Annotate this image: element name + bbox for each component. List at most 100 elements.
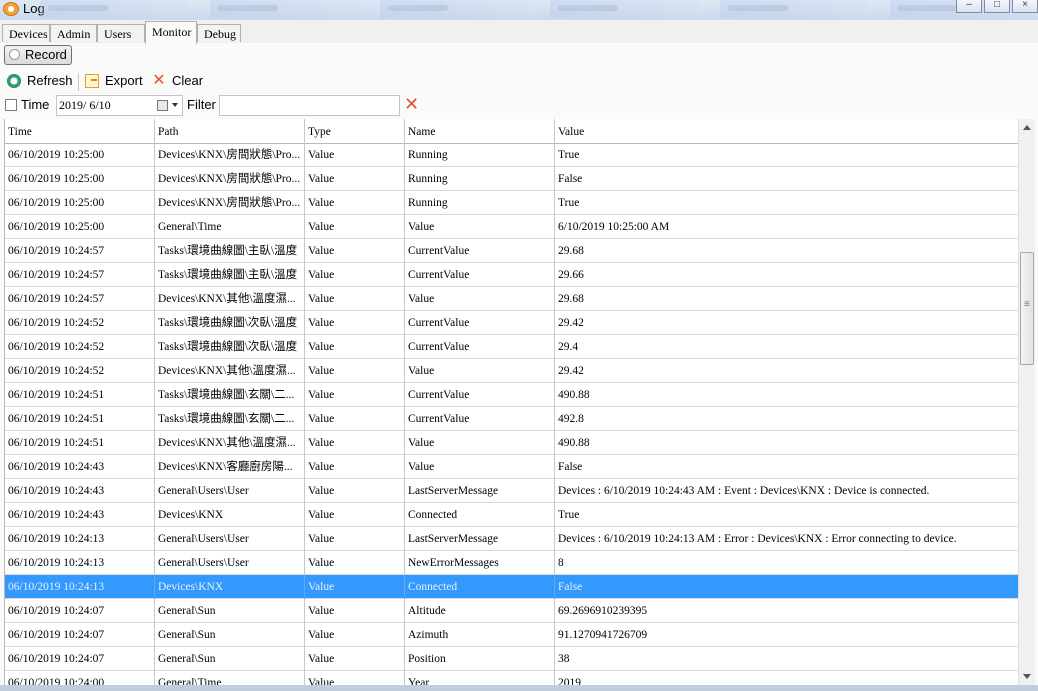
cell-name: CurrentValue <box>405 383 555 407</box>
maximize-icon[interactable]: □ <box>984 0 1010 13</box>
table-row[interactable]: 06/10/2019 10:24:13 General\Users\User Val… <box>5 551 1018 575</box>
cell-type: Value <box>305 143 405 167</box>
table-row[interactable]: 06/10/2019 10:24:52 Tasks\環境曲線圖\次臥\溫度 Valu… <box>5 335 1018 359</box>
cell-type: Value <box>305 359 405 383</box>
export-button[interactable]: Export <box>85 72 147 90</box>
table-row[interactable]: 06/10/2019 10:25:00 General\Time Value Valu… <box>5 215 1018 239</box>
cell-type: Value <box>305 623 405 647</box>
background-browser-tabs <box>40 0 1038 20</box>
cell-path: Tasks\環境曲線圖\玄關\二... <box>155 407 305 431</box>
ghost-tab <box>40 0 190 18</box>
cell-path: Tasks\環境曲線圖\玄關\二... <box>155 383 305 407</box>
cell-value: Devices : 6/10/2019 10:24:13 AM : Error … <box>555 527 1018 551</box>
table-row[interactable]: 06/10/2019 10:24:52 Devices\KNX\其他\溫度濕...… <box>5 359 1018 383</box>
cell-name: Value <box>405 287 555 311</box>
cell-value: 91.1270941726709 <box>555 623 1018 647</box>
table-row[interactable]: 06/10/2019 10:24:07 General\Sun Value Posit… <box>5 647 1018 671</box>
chevron-down-icon[interactable] <box>172 103 178 107</box>
scroll-up-icon[interactable] <box>1023 125 1031 130</box>
cell-time: 06/10/2019 10:24:13 <box>5 575 155 599</box>
cell-time: 06/10/2019 10:24:07 <box>5 647 155 671</box>
clear-filter-icon[interactable]: ✕ <box>404 94 419 114</box>
ghost-tab <box>550 0 700 18</box>
cell-value: 8 <box>555 551 1018 575</box>
record-button[interactable]: Record <box>4 45 72 65</box>
table-row[interactable]: 06/10/2019 10:24:51 Tasks\環境曲線圖\玄關\二... Va… <box>5 383 1018 407</box>
cell-value: Devices : 6/10/2019 10:24:43 AM : Event … <box>555 479 1018 503</box>
export-label: Export <box>105 73 143 88</box>
cell-name: Altitude <box>405 599 555 623</box>
cell-name: Year <box>405 671 555 685</box>
tab-monitor[interactable]: Monitor <box>145 21 197 44</box>
calendar-icon[interactable] <box>157 100 168 111</box>
table-row[interactable]: 06/10/2019 10:24:13 Devices\KNX Value Conne… <box>5 575 1018 599</box>
cell-value: 29.68 <box>555 287 1018 311</box>
tab-debug[interactable]: Debug <box>197 24 241 42</box>
cell-path: Devices\KNX\其他\溫度濕... <box>155 287 305 311</box>
filter-input[interactable] <box>219 95 400 116</box>
cell-value: 29.42 <box>555 359 1018 383</box>
column-header-value[interactable]: Value <box>555 119 1018 143</box>
table-row[interactable]: 06/10/2019 10:25:00 Devices\KNX\房間狀態\Pro.… <box>5 167 1018 191</box>
tab-users[interactable]: Users <box>97 24 145 42</box>
cell-type: Value <box>305 455 405 479</box>
cell-time: 06/10/2019 10:25:00 <box>5 143 155 167</box>
cell-value: False <box>555 455 1018 479</box>
table-row[interactable]: 06/10/2019 10:24:07 General\Sun Value Azimu… <box>5 623 1018 647</box>
refresh-label: Refresh <box>27 73 73 88</box>
minimize-icon[interactable]: – <box>956 0 982 13</box>
table-row[interactable]: 06/10/2019 10:24:00 General\Time Value Year… <box>5 671 1018 685</box>
table-row[interactable]: 06/10/2019 10:25:00 Devices\KNX\房間狀態\Pro.… <box>5 191 1018 215</box>
column-header-path[interactable]: Path <box>155 119 305 143</box>
column-header-type[interactable]: Type <box>305 119 405 143</box>
cell-time: 06/10/2019 10:24:57 <box>5 287 155 311</box>
cell-name: CurrentValue <box>405 239 555 263</box>
scroll-down-icon[interactable] <box>1023 674 1031 679</box>
table-row[interactable]: 06/10/2019 10:24:51 Devices\KNX\其他\溫度濕...… <box>5 431 1018 455</box>
cell-value: True <box>555 503 1018 527</box>
cell-path: Devices\KNX\房間狀態\Pro... <box>155 191 305 215</box>
cell-path: General\Users\User <box>155 527 305 551</box>
table-row[interactable]: 06/10/2019 10:24:57 Tasks\環境曲線圖\主臥\溫度 Valu… <box>5 263 1018 287</box>
vertical-scrollbar[interactable] <box>1018 119 1035 685</box>
cell-name: LastServerMessage <box>405 527 555 551</box>
cell-time: 06/10/2019 10:24:07 <box>5 599 155 623</box>
table-row[interactable]: 06/10/2019 10:24:57 Tasks\環境曲線圖\主臥\溫度 Valu… <box>5 239 1018 263</box>
cell-value: 2019 <box>555 671 1018 685</box>
tab-devices[interactable]: Devices <box>2 24 50 42</box>
time-label: Time <box>21 97 50 112</box>
date-picker[interactable]: 2019/ 6/10 <box>56 95 183 116</box>
cell-path: Tasks\環境曲線圖\次臥\溫度 <box>155 311 305 335</box>
cell-type: Value <box>305 671 405 685</box>
cell-path: General\Time <box>155 215 305 239</box>
cell-path: Tasks\環境曲線圖\次臥\溫度 <box>155 335 305 359</box>
table-row[interactable]: 06/10/2019 10:24:43 Devices\KNX\客廳廚房陽... V… <box>5 455 1018 479</box>
close-icon[interactable]: × <box>1012 0 1038 13</box>
column-header-name[interactable]: Name <box>405 119 555 143</box>
cell-time: 06/10/2019 10:24:51 <box>5 431 155 455</box>
tab-admin[interactable]: Admin <box>50 24 97 42</box>
table-row[interactable]: 06/10/2019 10:25:00 Devices\KNX\房間狀態\Pro.… <box>5 143 1018 167</box>
cell-time: 06/10/2019 10:25:00 <box>5 191 155 215</box>
table-row[interactable]: 06/10/2019 10:24:43 Devices\KNX Value Conne… <box>5 503 1018 527</box>
table-row[interactable]: 06/10/2019 10:24:13 General\Users\User Val… <box>5 527 1018 551</box>
time-checkbox[interactable] <box>5 99 17 111</box>
table-row[interactable]: 06/10/2019 10:24:51 Tasks\環境曲線圖\玄關\二... Va… <box>5 407 1018 431</box>
cell-time: 06/10/2019 10:24:52 <box>5 311 155 335</box>
table-row[interactable]: 06/10/2019 10:24:52 Tasks\環境曲線圖\次臥\溫度 Valu… <box>5 311 1018 335</box>
cell-path: Devices\KNX\其他\溫度濕... <box>155 431 305 455</box>
table-row[interactable]: 06/10/2019 10:24:07 General\Sun Value Altit… <box>5 599 1018 623</box>
refresh-button[interactable]: Refresh <box>7 72 73 90</box>
scroll-thumb[interactable] <box>1020 252 1034 365</box>
cell-path: Tasks\環境曲線圖\主臥\溫度 <box>155 239 305 263</box>
cell-name: CurrentValue <box>405 335 555 359</box>
cell-time: 06/10/2019 10:24:51 <box>5 407 155 431</box>
clear-button[interactable]: ✕ Clear <box>152 72 204 90</box>
cell-type: Value <box>305 431 405 455</box>
table-row[interactable]: 06/10/2019 10:24:57 Devices\KNX\其他\溫度濕...… <box>5 287 1018 311</box>
column-header-time[interactable]: Time <box>5 119 155 143</box>
cell-type: Value <box>305 551 405 575</box>
cell-time: 06/10/2019 10:25:00 <box>5 215 155 239</box>
table-row[interactable]: 06/10/2019 10:24:43 General\Users\User Val… <box>5 479 1018 503</box>
filter-label: Filter <box>187 97 216 112</box>
